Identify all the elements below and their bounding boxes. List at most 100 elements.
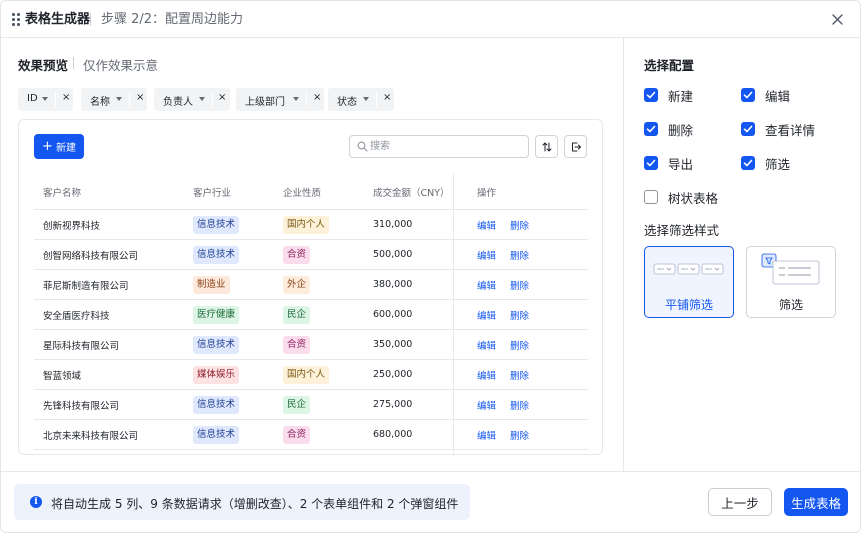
customer-name-cell: 先锋科技有限公司 [43,400,120,412]
column-header: 成交金额（CNY） [373,187,450,199]
drag-handle-icon[interactable] [12,13,20,26]
filter-chip-owner[interactable]: 负责人 × [154,88,230,111]
edit-link[interactable]: 编辑 [477,368,496,382]
step-indicator: 步骤 2/2：配置周边能力 [101,12,244,27]
checkbox-checked-icon[interactable] [644,88,658,102]
actions-cell: 编辑 删除 [477,300,543,329]
checkbox-checked-icon[interactable] [741,122,755,136]
nature-tag: 民企 [283,305,311,324]
industry-cell: 信息技术 [193,240,240,269]
filter-chip-parent-dept[interactable]: 上级部门 × [236,88,324,111]
filter-style-title: 选择筛选样式 [644,223,720,238]
config-checkbox[interactable]: 导出 [644,155,694,172]
delete-link[interactable]: 删除 [510,248,529,262]
chip-label: 状态 [337,97,357,108]
popover-filter-illustration-icon [761,253,820,285]
checkbox-checked-icon[interactable] [644,156,658,170]
checkbox-label: 删除 [668,122,694,138]
checkbox-label: 查看详情 [765,122,816,138]
industry-tag: 信息技术 [193,425,240,444]
title-divider [90,13,91,26]
edit-link[interactable]: 编辑 [477,218,496,232]
export-button[interactable] [564,135,587,158]
export-icon [572,142,581,152]
checkbox-checked-icon[interactable] [741,88,755,102]
config-checkbox[interactable]: 删除 [644,121,694,138]
nature-tag: 国内个人 [283,365,330,384]
edit-link[interactable]: 编辑 [477,338,496,352]
dialog-header: 表格生成器 步骤 2/2：配置周边能力 [1,1,860,38]
chip-divider [55,92,56,107]
customer-name-cell: 北京未来科技有限公司 [43,430,139,442]
new-button[interactable]: + 新建 [34,134,84,159]
config-checkbox[interactable]: 树状表格 [644,189,719,206]
delete-link[interactable]: 删除 [510,398,529,412]
column-header: 客户行业 [193,187,232,199]
industry-cell: 信息技术 [193,210,240,239]
delete-link[interactable]: 删除 [510,278,529,292]
delete-link[interactable]: 删除 [510,368,529,382]
tiled-filter-illustration-icon [653,263,724,275]
nature-tag: 外企 [283,275,311,294]
industry-cell: 制造业 [193,270,230,299]
chip-close-icon[interactable]: × [136,92,144,103]
chip-close-icon[interactable]: × [218,92,226,103]
preview-divider [73,57,74,69]
amount-cell: 380,000 [373,279,413,290]
chip-label: ID [27,93,38,104]
filter-style-tiled[interactable]: 平铺筛选 [644,246,734,318]
filter-style-popover[interactable]: 筛选 [746,246,836,318]
chip-divider [129,92,130,107]
amount-cell: 250,000 [373,369,413,380]
checkbox-unchecked-icon[interactable] [644,190,658,204]
sort-button[interactable] [535,135,558,158]
delete-link[interactable]: 删除 [510,308,529,322]
filter-chip-name[interactable]: 名称 × [81,88,147,111]
edit-link[interactable]: 编辑 [477,278,496,292]
chip-close-icon[interactable]: × [383,92,391,103]
search-box[interactable] [349,135,529,158]
industry-cell: 信息技术 [193,330,240,359]
table-row: 菲尼斯制造有限公司 制造业 外企 380,000 编辑 删除 [34,270,588,300]
edit-link[interactable]: 编辑 [477,398,496,412]
edit-link[interactable]: 编辑 [477,248,496,262]
delete-link[interactable]: 删除 [510,428,529,442]
delete-link[interactable]: 删除 [510,338,529,352]
close-icon[interactable] [830,12,845,27]
chip-divider [376,92,377,107]
checkbox-checked-icon[interactable] [644,122,658,136]
previous-step-button[interactable]: 上一步 [708,488,772,516]
info-icon: i [30,496,42,508]
edit-link[interactable]: 编辑 [477,308,496,322]
search-input[interactable] [370,139,520,154]
checkbox-label: 编辑 [765,88,791,104]
delete-link[interactable]: 删除 [510,218,529,232]
checkbox-label: 导出 [668,156,694,172]
generate-table-button[interactable]: 生成表格 [784,488,848,516]
nature-cell: 民企 [283,300,311,329]
chip-close-icon[interactable]: × [62,92,70,103]
amount-cell: 310,000 [373,219,413,230]
actions-cell: 编辑 删除 [477,240,543,269]
table-preview-card: + 新建 客户名称 客户行业 企业性质 成交金额（CNY） 操作 [18,119,603,455]
amount-cell: 600,000 [373,309,413,320]
industry-tag: 媒体娱乐 [193,365,240,384]
new-button-label: 新建 [55,143,76,154]
checkbox-label: 树状表格 [668,190,719,206]
industry-tag: 信息技术 [193,335,240,354]
checkbox-checked-icon[interactable] [741,156,755,170]
customer-name-cell: 星际科技有限公司 [43,340,120,352]
table-row: 先锋科技有限公司 信息技术 民企 275,000 编辑 删除 [34,390,588,420]
config-checkbox[interactable]: 查看详情 [741,121,816,138]
config-checkbox[interactable]: 新建 [644,87,693,104]
industry-tag: 信息技术 [193,245,240,264]
filter-style-label: 筛选 [778,298,803,312]
chip-close-icon[interactable]: × [313,92,321,103]
filter-chip-id[interactable]: ID × [18,88,73,111]
config-checkbox[interactable]: 筛选 [741,155,790,172]
filter-chip-status[interactable]: 状态 × [328,88,394,111]
chevron-down-icon [199,97,205,101]
edit-link[interactable]: 编辑 [477,428,496,442]
config-checkbox[interactable]: 编辑 [741,87,791,104]
nature-tag: 民企 [283,395,311,414]
